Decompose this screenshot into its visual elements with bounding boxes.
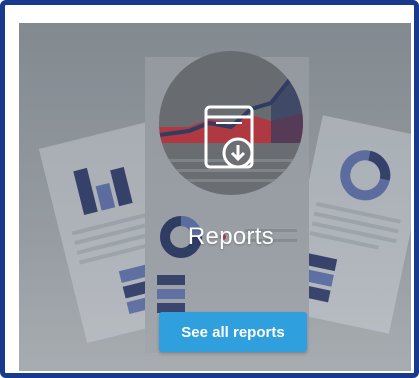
widget-title: Reports bbox=[187, 223, 275, 250]
report-download-icon bbox=[192, 101, 270, 179]
reports-card: Reports See all reports bbox=[19, 23, 411, 371]
reports-widget-frame: Reports See all reports bbox=[0, 0, 419, 378]
center-report-page bbox=[145, 51, 309, 353]
see-all-reports-button[interactable]: See all reports bbox=[159, 312, 307, 352]
